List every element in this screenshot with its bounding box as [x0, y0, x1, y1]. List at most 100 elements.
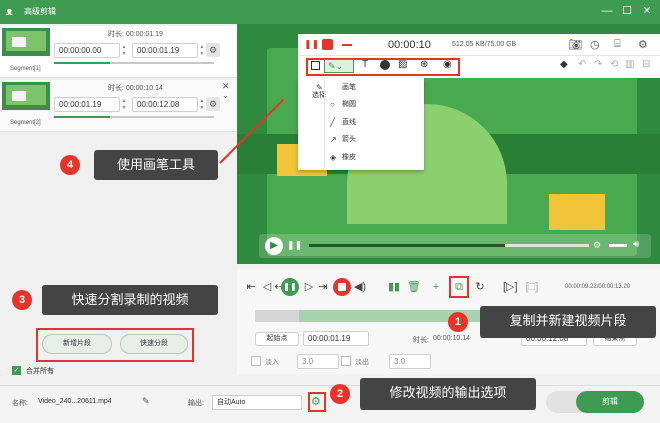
clear-icon[interactable]: ⟲: [610, 59, 618, 70]
volume-toggle-icon[interactable]: ◀︎): [353, 279, 367, 295]
stop-icon[interactable]: [333, 278, 351, 296]
fade-out-label: 淡出: [355, 359, 369, 366]
window-title: 高级剪辑: [24, 7, 56, 16]
callout-badge: 2: [330, 384, 350, 404]
spotlight-tool-icon[interactable]: ◉: [443, 59, 452, 70]
pause-playback-icon[interactable]: ❚❚: [281, 278, 299, 296]
pause-icon[interactable]: ❚❚: [287, 240, 302, 251]
undo-icon[interactable]: ↶: [578, 59, 586, 70]
name-label: 名称:: [12, 400, 28, 407]
prev-frame-icon[interactable]: ◁: [261, 279, 273, 295]
quick-split-button[interactable]: 快速分段: [120, 334, 188, 354]
start-time-field[interactable]: 00:00:01.19: [303, 331, 369, 346]
line-icon: ╱: [330, 118, 335, 127]
player-seek-fill: [309, 244, 505, 247]
file-name: Video_240...20611.mp4: [38, 398, 112, 405]
zoom-tool-icon[interactable]: ⊕: [420, 59, 428, 70]
minimize-recorder-icon[interactable]: [342, 44, 352, 46]
pause-record-icon[interactable]: ❚❚: [304, 39, 319, 50]
segment-end-field[interactable]: 00:00:12.08: [132, 97, 198, 112]
start-stepper[interactable]: ▲ ▼: [121, 44, 127, 58]
recorder-topbar: ❚❚ 00:00:10 512.05 KB/75.00 GB 📷︎ ◷ ⌸ ⚙: [298, 34, 660, 56]
maximize-button[interactable]: ☐: [620, 4, 634, 18]
annotation-toolbar: ✎⌄ T ▨ ⊕ ◉ ◆ ↶ ↷ ⟲ ▥ ⊟: [298, 56, 660, 78]
next-frame-icon[interactable]: ▷: [303, 279, 315, 295]
edit-duration-label: 时长:: [413, 337, 429, 344]
add-icon[interactable]: +: [429, 279, 443, 295]
fade-out-field[interactable]: 3.0: [389, 354, 431, 369]
callout-output-options: 修改视频的输出选项: [360, 378, 536, 410]
color-tool-icon[interactable]: [380, 60, 390, 70]
minimize-button[interactable]: —: [600, 4, 614, 18]
camera-icon[interactable]: 📷︎: [568, 38, 582, 51]
fade-in-field[interactable]: 3.0: [297, 354, 339, 369]
copy-segment-icon[interactable]: ⧉: [452, 279, 466, 295]
segment-start-field[interactable]: 00:00:00.00: [54, 43, 120, 58]
segment-duration: 时长: 00:00:01.19: [108, 31, 163, 38]
segment-progress-fill: [54, 62, 110, 64]
output-select[interactable]: 自动Auto: [212, 395, 302, 410]
rectangle-tool-icon[interactable]: [311, 61, 320, 70]
image-tool-icon[interactable]: ▨: [398, 59, 407, 70]
text-tool-icon[interactable]: T: [362, 59, 368, 70]
pen-tool-icon[interactable]: ✎⌄: [324, 59, 354, 73]
callout-quick-split: 快速分割录制的视频: [42, 285, 218, 315]
play-icon[interactable]: ▶: [265, 237, 283, 255]
skip-start-icon[interactable]: ⇤: [245, 279, 257, 295]
delete-icon[interactable]: ▥: [625, 59, 634, 70]
eraser-icon[interactable]: ◆: [560, 59, 568, 70]
player-seekbar[interactable]: [309, 244, 589, 247]
menu-item-ellipse[interactable]: 椭圆: [342, 100, 356, 110]
reset-icon[interactable]: ↻: [473, 279, 487, 295]
merge-all-checkbox[interactable]: ✓: [12, 366, 21, 375]
start-stepper[interactable]: ▲ ▼: [121, 98, 127, 112]
mark-out-icon[interactable]: [□]: [525, 279, 539, 295]
end-stepper[interactable]: ▲ ▼: [199, 98, 205, 112]
stop-record-icon[interactable]: [322, 39, 333, 50]
segment-end-field[interactable]: 00:00:01.19: [132, 43, 198, 58]
collapse-toolbar-icon[interactable]: ⊟: [642, 59, 650, 70]
menu-item-eraser[interactable]: 橡皮: [342, 153, 356, 163]
redo-icon[interactable]: ↷: [594, 59, 602, 70]
eraser-tool-icon: ◈: [330, 153, 337, 162]
playback-settings-icon[interactable]: ⚙: [593, 240, 601, 251]
settings-gear-icon[interactable]: ⚙: [638, 38, 648, 51]
video-lamp-right: [549, 194, 605, 230]
segment-item[interactable]: 时长: 00:00:10.14 ✕ ⌄ 00:00:01.19 ▲ ▼ 00:00…: [0, 80, 237, 132]
segment-duration: 时长: 00:00:10.14: [108, 85, 163, 92]
segment-start-field[interactable]: 00:00:01.19: [54, 97, 120, 112]
trash-icon[interactable]: 🗑︎: [407, 279, 421, 295]
segment-settings-icon[interactable]: ⚙: [206, 97, 220, 111]
output-label: 输出:: [188, 400, 204, 407]
segment-panel: 时长: 00:00:01.19 00:00:00.00 ▲ ▼ 00:00:01.…: [0, 24, 237, 374]
segment-progress: [54, 62, 214, 64]
mark-in-icon[interactable]: [▷]: [503, 279, 518, 295]
clock-icon[interactable]: ◷: [590, 38, 600, 51]
segment-item[interactable]: 时长: 00:00:01.19 00:00:00.00 ▲ ▼ 00:00:01.…: [0, 26, 237, 78]
close-button[interactable]: ✕: [640, 4, 654, 18]
output-settings-icon[interactable]: ⚙: [311, 395, 321, 408]
segment-progress: [54, 116, 214, 118]
end-stepper[interactable]: ▲ ▼: [199, 44, 205, 58]
edit-name-icon[interactable]: ✎: [142, 396, 150, 407]
merge-all-label: 合并所有: [26, 368, 54, 375]
segment-settings-icon[interactable]: ⚙: [206, 43, 220, 57]
toolbox-icon[interactable]: ⌸: [614, 38, 621, 51]
segment-expand-icon[interactable]: ⌄: [222, 91, 229, 100]
new-segment-button[interactable]: 新增片段: [42, 334, 112, 354]
storage-info: 512.05 KB/75.00 GB: [452, 41, 517, 48]
volume-icon[interactable]: 🔊︎: [633, 239, 639, 250]
fade-out-checkbox[interactable]: [341, 356, 351, 366]
volume-bar[interactable]: [609, 244, 627, 247]
menu-item-pen[interactable]: 画笔: [342, 83, 356, 93]
menu-item-arrow[interactable]: 箭头: [342, 135, 356, 145]
split-icon[interactable]: ▮▮: [387, 279, 401, 295]
set-start-button[interactable]: 起始点: [255, 332, 299, 346]
edit-duration-value: 00:00:10.14: [433, 335, 470, 342]
callout-badge: 1: [448, 312, 468, 332]
pen-dropdown-menu: 选择 ✎ 画笔 ○ 椭圆 ╱ 直线 ↗ 箭头 ◈ 橡皮: [298, 78, 424, 170]
menu-item-line[interactable]: 直线: [342, 118, 356, 128]
skip-end-icon[interactable]: ⇥: [317, 279, 329, 295]
clip-button[interactable]: 剪辑: [576, 391, 644, 413]
fade-in-checkbox[interactable]: [251, 356, 261, 366]
